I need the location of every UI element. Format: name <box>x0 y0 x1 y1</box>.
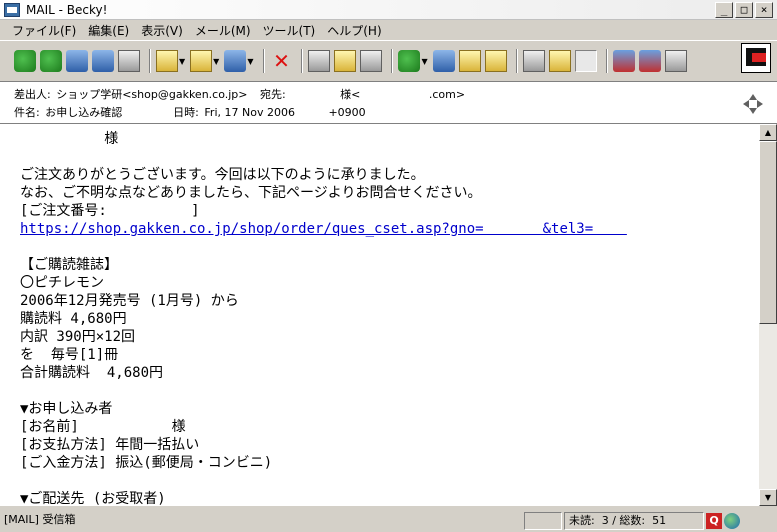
subject-value: お申し込み確認 <box>45 106 123 119</box>
body-line <box>20 148 759 166</box>
filter-dropdown-icon[interactable]: ▼ <box>421 57 427 66</box>
compose-dropdown-icon[interactable]: ▼ <box>179 57 185 66</box>
body-line: なお、ご不明な点などありましたら、下記ページよりお問合せください。 <box>20 185 482 201</box>
body-line: ご注文ありがとうございます。今回は以下のように承りました。 <box>20 167 425 183</box>
maximize-button[interactable]: □ <box>735 2 753 18</box>
menu-file[interactable]: ファイル(F) <box>6 22 82 39</box>
preview-icon[interactable] <box>574 50 597 72</box>
address-icon[interactable] <box>432 50 455 72</box>
message-header: 差出人: ショップ学研<shop@gakken.co.jp> 宛先: 様< .c… <box>0 82 777 124</box>
globe-icon[interactable] <box>724 513 740 529</box>
edit-icon[interactable] <box>360 50 383 72</box>
body-line: 合計購読料 4,680円 <box>20 365 164 381</box>
title-bar: MAIL - Becky! _ □ × <box>0 0 777 20</box>
q-icon[interactable]: Q <box>706 513 722 529</box>
to-label: 宛先: <box>260 88 286 101</box>
blog-icon[interactable] <box>612 50 635 72</box>
from-value[interactable]: ショップ学研<shop@gakken.co.jp> <box>56 88 247 101</box>
from-row: 差出人: ショップ学研<shop@gakken.co.jp> 宛先: 様< .c… <box>14 86 467 102</box>
toolbar-separator <box>605 49 608 73</box>
forward-dropdown-icon[interactable]: ▼ <box>247 57 253 66</box>
to-domain: .com> <box>428 88 466 101</box>
scroll-thumb[interactable] <box>759 141 777 324</box>
date-value: Fri, 17 Nov 2006 <box>204 106 295 119</box>
message-body[interactable]: 様 ご注文ありがとうございます。今回は以下のように承りました。 なお、ご不明な点… <box>0 124 759 506</box>
open-folder-icon[interactable] <box>548 50 571 72</box>
reply-dropdown-icon[interactable]: ▼ <box>213 57 219 66</box>
body-line: 様 <box>20 131 119 147</box>
body-line: [お支払方法] 年間一括払い <box>20 437 200 453</box>
body-line <box>20 238 759 256</box>
menu-edit[interactable]: 編集(E) <box>82 22 135 39</box>
from-label: 差出人: <box>14 88 51 101</box>
clipboard-icon[interactable] <box>458 50 481 72</box>
body-line: 購読料 4,680円 <box>20 311 127 327</box>
delete-icon[interactable]: ✕ <box>270 50 292 72</box>
becky-app-icon <box>4 3 20 17</box>
status-blank <box>524 512 562 530</box>
compose-icon[interactable] <box>156 50 178 72</box>
close-button[interactable]: × <box>755 2 773 18</box>
toolbar: ▼ ▼ ▼ ✕ ▼ <box>0 40 777 82</box>
subject-row: 件名: お申し込み確認 日時: Fri, 17 Nov 2006 +0900 <box>14 104 368 120</box>
toolbar-separator <box>391 49 394 73</box>
tree-icon[interactable] <box>308 50 331 72</box>
becky-logo-icon <box>741 43 771 73</box>
body-line: ▼お申し込み者 <box>20 401 113 417</box>
menu-view[interactable]: 表示(V) <box>135 22 189 39</box>
send-icon[interactable] <box>40 50 62 72</box>
receive-icon[interactable] <box>14 50 36 72</box>
reply-icon[interactable] <box>190 50 213 72</box>
scroll-down-icon[interactable]: ▼ <box>759 489 777 506</box>
header-nav-arrows-icon[interactable] <box>739 90 767 118</box>
status-unread: 未読: 3 / 総数: 51 <box>564 512 704 530</box>
blog-icon-2[interactable] <box>638 50 661 72</box>
toolbar-separator <box>515 49 518 73</box>
status-bar: [MAIL] 受信箱 未読: 3 / 総数: 51 Q <box>0 510 777 532</box>
menu-tools[interactable]: ツール(T) <box>257 22 322 39</box>
toolbar-separator <box>301 49 304 73</box>
toolbar-separator <box>263 49 266 73</box>
body-line <box>20 472 759 490</box>
toolbar-separator <box>149 49 151 73</box>
filter-icon[interactable] <box>398 50 421 72</box>
window-title: MAIL - Becky! <box>26 3 108 17</box>
body-line: [お名前] 様 <box>20 419 186 435</box>
minimize-button[interactable]: _ <box>715 2 733 18</box>
menu-help[interactable]: ヘルプ(H) <box>321 22 387 39</box>
to-value[interactable]: 様< <box>340 88 360 101</box>
body-line <box>20 382 759 400</box>
status-folder: [MAIL] 受信箱 <box>4 513 76 526</box>
subject-label: 件名: <box>14 106 40 119</box>
menu-bar: ファイル(F) 編集(E) 表示(V) メール(M) ツール(T) ヘルプ(H) <box>0 20 777 40</box>
tools-icon[interactable] <box>664 50 687 72</box>
body-line: [ご注文番号: ] <box>20 203 200 219</box>
computer-icon[interactable] <box>118 50 140 72</box>
vertical-scrollbar[interactable]: ▲ ▼ <box>759 124 777 506</box>
body-line: を 毎号[1]冊 <box>20 347 119 363</box>
body-line: 2006年12月発売号 (1月号) から <box>20 293 239 309</box>
body-line: 〇ピチレモン <box>20 275 104 291</box>
folder-icon[interactable] <box>522 50 545 72</box>
scroll-up-icon[interactable]: ▲ <box>759 124 777 141</box>
forward-icon[interactable] <box>224 50 247 72</box>
send-receive-icon[interactable] <box>66 50 88 72</box>
menu-mail[interactable]: メール(M) <box>189 22 257 39</box>
body-line: 【ご購読雑誌】 <box>20 257 118 273</box>
check-mail-icon[interactable] <box>92 50 114 72</box>
pencil-icon[interactable] <box>334 50 357 72</box>
memo-icon[interactable] <box>484 50 507 72</box>
body-line: ▼ご配送先 (お受取者) <box>20 491 166 506</box>
date-label: 日時: <box>173 106 199 119</box>
body-line: 内訳 390円×12回 <box>20 329 136 345</box>
timezone: +0900 <box>328 106 366 119</box>
inquiry-link[interactable]: https://shop.gakken.co.jp/shop/order/que… <box>20 220 759 238</box>
body-line: [ご入金方法] 振込(郵便局・コンビニ) <box>20 455 273 471</box>
